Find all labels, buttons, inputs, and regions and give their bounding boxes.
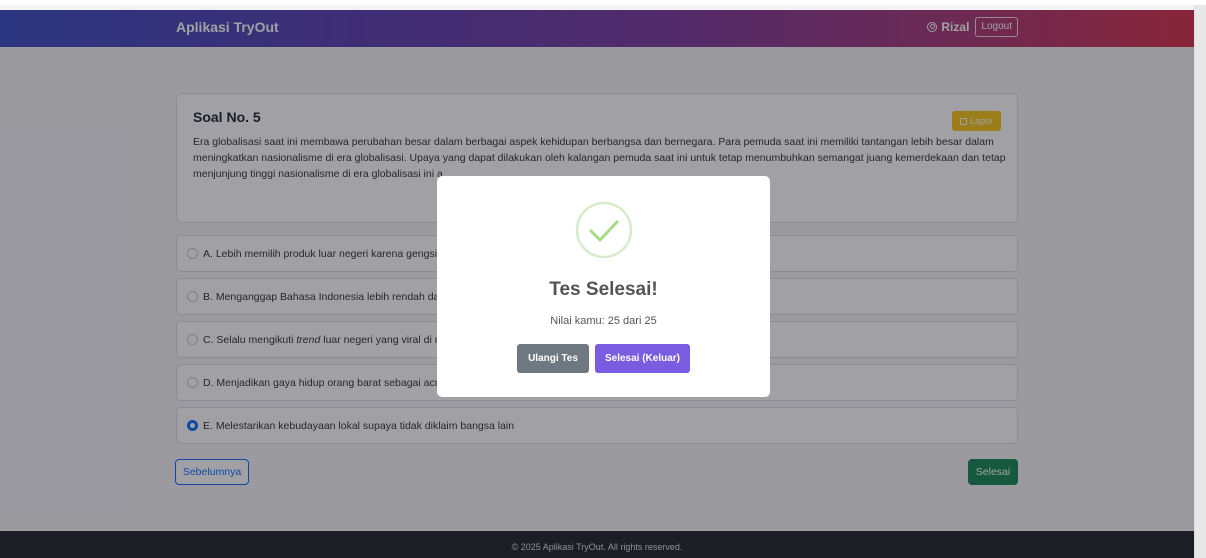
success-check-icon xyxy=(575,201,632,259)
result-modal: Tes Selesai! Nilai kamu: 25 dari 25 Ulan… xyxy=(437,176,770,397)
modal-title: Tes Selesai! xyxy=(549,279,658,300)
modal-actions: Ulangi Tes Selesai (Keluar) xyxy=(517,344,690,373)
finish-exit-button[interactable]: Selesai (Keluar) xyxy=(595,344,690,373)
modal-score-text: Nilai kamu: 25 dari 25 xyxy=(550,315,657,327)
page: Aplikasi TryOut Rizal Logout Soal No. 5 … xyxy=(0,0,1206,558)
retry-test-button[interactable]: Ulangi Tes xyxy=(517,344,589,373)
page-scrollbar[interactable] xyxy=(1194,5,1206,558)
